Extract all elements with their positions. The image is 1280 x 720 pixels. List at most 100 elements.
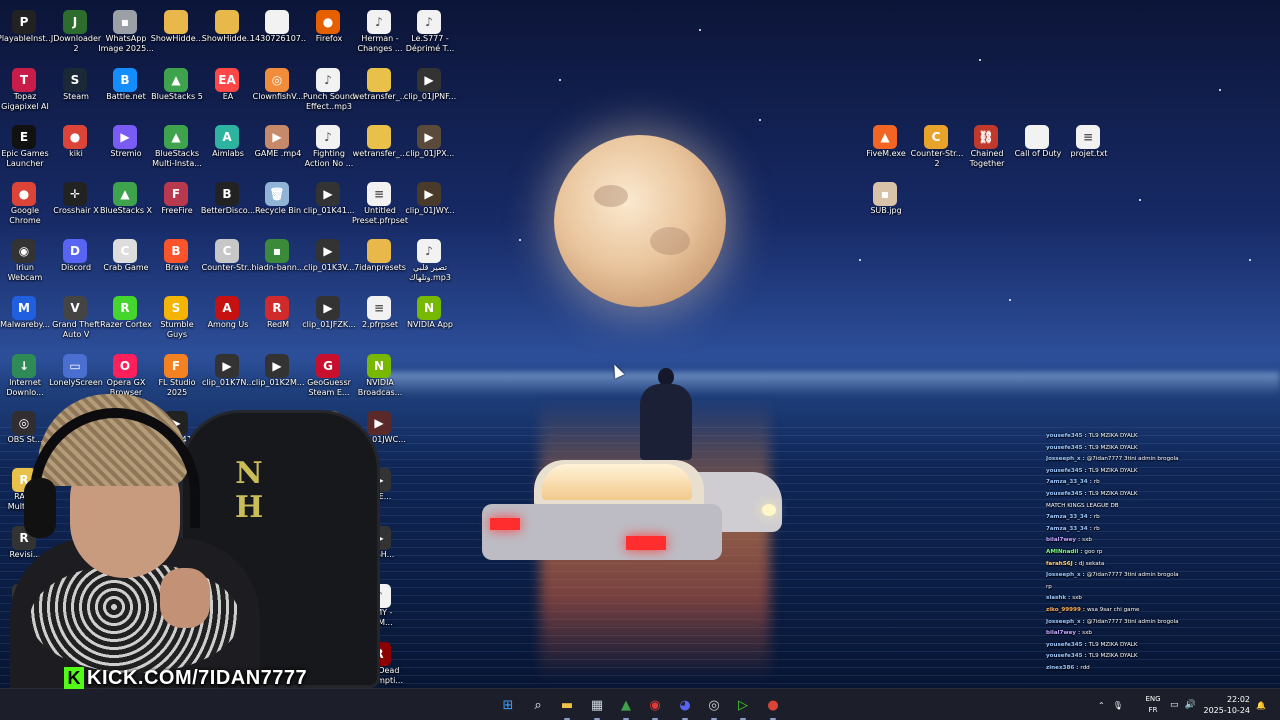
desktop-icon[interactable]: N NVIDIA App (404, 290, 456, 346)
desktop-icon[interactable]: ▶ clip_01K41... (303, 176, 355, 232)
chat-text: rdd (1080, 664, 1090, 671)
chat-username: zinex386 : (1046, 664, 1081, 671)
file-explorer-icon[interactable]: ▬ (555, 693, 579, 720)
desktop-icon[interactable]: ▶ clip_01JFZK... (302, 290, 356, 346)
desktop-icon[interactable]: M Malwareby... (0, 290, 51, 346)
desktop-icon[interactable]: C Crab Game (100, 233, 152, 289)
counter-strike-icon: C (924, 125, 948, 149)
desktop-icon[interactable]: ▲ BlueStacks X (100, 176, 152, 232)
desktop-icon[interactable]: 7idanpresets (354, 233, 406, 289)
desktop-icon[interactable]: F FreeFire (151, 176, 203, 232)
desktop-icon[interactable]: ♪ Herman - Changes ... (354, 4, 406, 60)
desktop-icon[interactable]: P PlayableInst... (0, 4, 53, 60)
desktop-icon[interactable]: ▲ BlueStacks 5 (151, 62, 203, 118)
desktop-icon[interactable]: S Stumble Guys (151, 290, 203, 346)
desktop-icon[interactable]: A Aimlabs (202, 119, 254, 175)
desktop-icon-label: clip_01JFZK... (302, 320, 356, 329)
desktop-icon[interactable]: ● Firefox (303, 4, 355, 60)
desktop-icon-label: BetterDisco... (200, 206, 256, 215)
streamer-hand (160, 568, 210, 628)
aimlabs-icon: A (215, 125, 239, 149)
desktop-icon-label: Crosshair X (53, 206, 99, 215)
desktop-icon[interactable]: ▶ clip_01JPNF... (404, 62, 456, 118)
language-bottom: FR (1148, 706, 1158, 714)
app-icon: P (12, 10, 36, 34)
discord-icon[interactable]: ◕ (673, 693, 697, 720)
chat-message: yousefe345 : TL9 MZIKA DYALK (1046, 651, 1276, 663)
chevron-up-icon[interactable]: ⌃ (1098, 701, 1105, 710)
recorder-icon[interactable]: ◉ (643, 693, 667, 720)
chat-text: rb (1093, 525, 1100, 532)
desktop-icon[interactable]: ▶ clip_01JWY... (404, 176, 456, 232)
chained-together-icon: ⛓ (974, 125, 998, 149)
desktop-icon[interactable]: B Brave (151, 233, 203, 289)
desktop-icon[interactable]: C Counter-Str... (202, 233, 254, 289)
desktop-icon[interactable]: S Steam (50, 62, 102, 118)
desktop-icon[interactable]: ▶ clip_01K3V... (303, 233, 355, 289)
desktop-icon[interactable]: ▲ BlueStacks Multi-Insta... (151, 119, 203, 175)
desktop-icon[interactable]: ▶ clip_01JPX... (404, 119, 456, 175)
desktop-icon[interactable]: 🗑 Recycle Bin (252, 176, 304, 232)
clock-date: 2025-10-24 (1203, 706, 1251, 715)
desktop-icon[interactable]: wetransfer_... (353, 119, 407, 175)
desktop-icon[interactable]: EA EA (202, 62, 254, 118)
chat-username: Josseeph_x : (1046, 572, 1087, 579)
desktop-icon[interactable]: ▶ Stremio (100, 119, 152, 175)
obs-icon[interactable]: ◎ (702, 693, 726, 720)
chat-message: MATCH KINGS LEAGUE DB (1046, 501, 1276, 513)
desktop-icon[interactable]: C Counter-Str... 2 (911, 119, 963, 175)
desktop-icon[interactable]: 1430726107... (250, 4, 306, 60)
desktop-icon[interactable]: T Topaz Gigapixel AI (0, 62, 51, 118)
desktop-icon[interactable]: ♪ Le.S777 - Déprimé T... (404, 4, 456, 60)
image-icon: ▪ (873, 182, 897, 206)
chrome-icon[interactable]: ● (761, 693, 785, 720)
store-icon[interactable]: ▦ (585, 693, 609, 720)
car-glass (542, 464, 692, 500)
chat-text: goo rp (1084, 548, 1103, 555)
desktop-icon[interactable]: ▪ SUB.jpg (860, 176, 912, 232)
chat-message: bilal7wey : sxb (1046, 535, 1276, 547)
desktop-icon[interactable]: ≡ Untitled Preset.pfrpset (352, 176, 408, 232)
desktop-icon[interactable]: wetransfer_... (352, 62, 408, 118)
chat-message: bilal7wey : sxb (1046, 628, 1276, 640)
desktop-icon[interactable]: D Discord (50, 233, 102, 289)
desktop-icon[interactable]: ⛓ Chained Together (961, 119, 1013, 175)
desktop-icon[interactable]: ≡ projet.txt (1063, 119, 1115, 175)
desktop-icon[interactable]: ● kiki (50, 119, 102, 175)
desktop-icon[interactable]: B BetterDisco... (200, 176, 256, 232)
desktop-icon[interactable]: ▪ hiadn-bann... (252, 233, 304, 289)
search-icon[interactable]: ⌕ (526, 693, 550, 717)
start-icon[interactable]: ⊞ (496, 693, 520, 717)
desktop-icon[interactable]: E Epic Games Launcher (0, 119, 51, 175)
desktop-icon[interactable]: ▪ WhatsApp Image 2025... (98, 4, 154, 60)
file-icon (265, 10, 289, 34)
desktop-icon[interactable]: ♪ Punch Sound Effect..mp3 (303, 62, 355, 118)
desktop-icon[interactable]: ▶ GAME .mp4 (252, 119, 304, 175)
desktop-icon[interactable]: ≡ 2.pfrpset (354, 290, 406, 346)
desktop-icon-label: wetransfer_... (352, 92, 408, 101)
desktop-icon[interactable]: ♪ Fighting Action No ... (303, 119, 355, 175)
desktop-icon[interactable]: Call of Duty (1012, 119, 1064, 175)
bluestacks-icon[interactable]: ▲ (614, 693, 638, 720)
desktop-icon[interactable]: J JDownloader 2 (50, 4, 102, 60)
desktop-icon[interactable]: ● Google Chrome (0, 176, 51, 232)
desktop-icon[interactable]: ◉ Iriun Webcam (0, 233, 51, 289)
razer-icon[interactable]: ▷ (731, 693, 755, 720)
desktop-icon[interactable]: ShowHidde... (151, 4, 203, 60)
microphone-icon[interactable]: 🎙 (1113, 701, 1123, 710)
car-body (482, 504, 722, 560)
desktop-icon[interactable]: ShowHidde... (202, 4, 254, 60)
notification-bell-icon[interactable]: 🔔 (1256, 689, 1270, 720)
desktop-icon[interactable]: ♪ تصير قلبي وتلهاك.mp3 (404, 233, 456, 289)
desktop-icon[interactable]: ◎ ClownfishV... (252, 62, 304, 118)
desktop-icon[interactable]: B Battle.net (100, 62, 152, 118)
freefire-icon: F (164, 182, 188, 206)
desktop-icon[interactable]: V Grand Theft Auto V (50, 290, 102, 346)
desktop-icon[interactable]: A Among Us (202, 290, 254, 346)
language-indicator[interactable]: ENG FR (1143, 694, 1163, 716)
clock[interactable]: 22:02 2025-10-24 (1190, 694, 1251, 716)
desktop-icon[interactable]: R Razer Cortex (100, 290, 152, 346)
desktop-icon[interactable]: ▲ FiveM.exe (860, 119, 912, 175)
desktop-icon[interactable]: ✛ Crosshair X (50, 176, 102, 232)
desktop-icon[interactable]: R RedM (252, 290, 304, 346)
